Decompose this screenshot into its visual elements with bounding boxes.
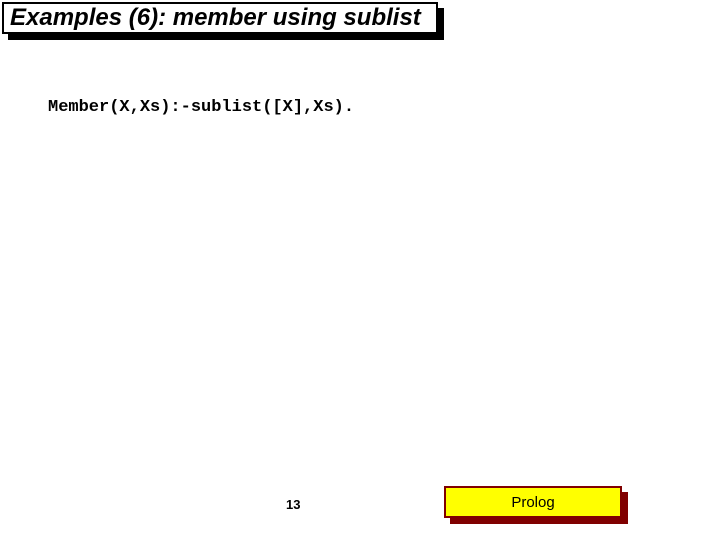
badge-label: Prolog <box>511 494 554 511</box>
slide-title: Examples (6): member using sublist <box>10 4 421 32</box>
page-number: 13 <box>286 497 300 512</box>
title-box: Examples (6): member using sublist <box>2 2 438 34</box>
code-line: Member(X,Xs):-sublist([X],Xs). <box>48 98 354 117</box>
badge-box: Prolog <box>444 486 622 518</box>
